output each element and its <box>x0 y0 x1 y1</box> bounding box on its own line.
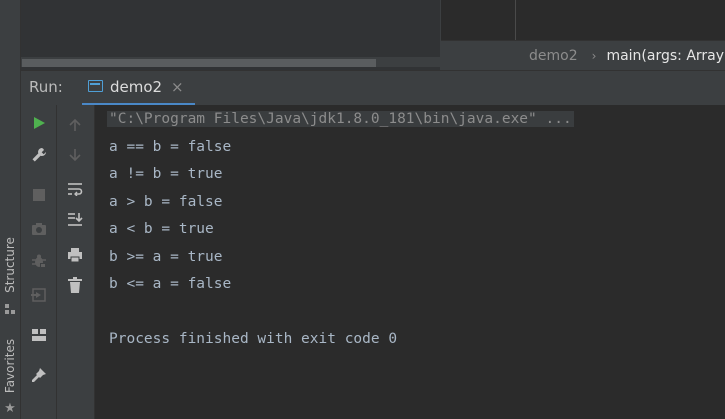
star-icon: ★ <box>4 401 16 416</box>
console-icon <box>88 80 103 92</box>
soft-wrap-icon[interactable] <box>65 179 85 199</box>
debug-bug-icon[interactable] <box>29 251 49 271</box>
editor-tab-area <box>441 0 725 40</box>
left-tool-stripe: Structure Favorites ★ <box>0 0 21 419</box>
run-toolbar-secondary <box>57 105 95 419</box>
console-line: a > b = false <box>109 194 223 210</box>
structure-icon <box>4 300 16 314</box>
structure-tab[interactable]: Structure <box>0 225 20 305</box>
console-exit-message: Process finished with exit code 0 <box>109 331 398 347</box>
layout-icon[interactable] <box>29 325 49 345</box>
down-arrow-icon[interactable] <box>65 145 85 165</box>
up-arrow-icon[interactable] <box>65 115 85 135</box>
favorites-tab[interactable]: Favorites <box>0 330 20 402</box>
console-line: b >= a = true <box>109 249 223 265</box>
structure-label: Structure <box>3 237 18 293</box>
horizontal-scrollbar-thumb[interactable] <box>22 59 376 67</box>
console-line: b <= a = false <box>109 276 232 292</box>
breadcrumb-separator: › <box>591 49 597 63</box>
scroll-to-end-icon[interactable] <box>65 209 85 229</box>
breadcrumb: demo2 › main(args: Array <box>441 40 725 71</box>
breadcrumb-item-class[interactable]: demo2 <box>529 48 578 64</box>
console-line: a < b = true <box>109 221 214 237</box>
editor-splitter <box>515 0 516 40</box>
trash-icon[interactable] <box>65 275 85 295</box>
stop-icon[interactable] <box>29 185 49 205</box>
console-line: a == b = false <box>109 139 232 155</box>
run-panel-label: Run: <box>29 78 63 96</box>
favorites-label: Favorites <box>3 338 17 394</box>
wrench-icon[interactable] <box>29 145 49 165</box>
rerun-icon[interactable] <box>29 113 49 133</box>
close-icon[interactable]: × <box>171 78 184 96</box>
pin-icon[interactable] <box>29 365 49 385</box>
run-tab-demo2[interactable]: demo2 × <box>82 72 195 106</box>
print-icon[interactable] <box>65 245 85 265</box>
console-line: a != b = true <box>109 166 223 182</box>
camera-icon[interactable] <box>29 219 49 239</box>
run-tab-label: demo2 <box>110 78 163 96</box>
exit-icon[interactable] <box>29 285 49 305</box>
run-toolbar-primary <box>21 105 57 419</box>
console-command-line: "C:\Program Files\Java\jdk1.8.0_181\bin\… <box>107 111 574 127</box>
breadcrumb-item-method[interactable]: main(args: Array <box>606 48 724 64</box>
